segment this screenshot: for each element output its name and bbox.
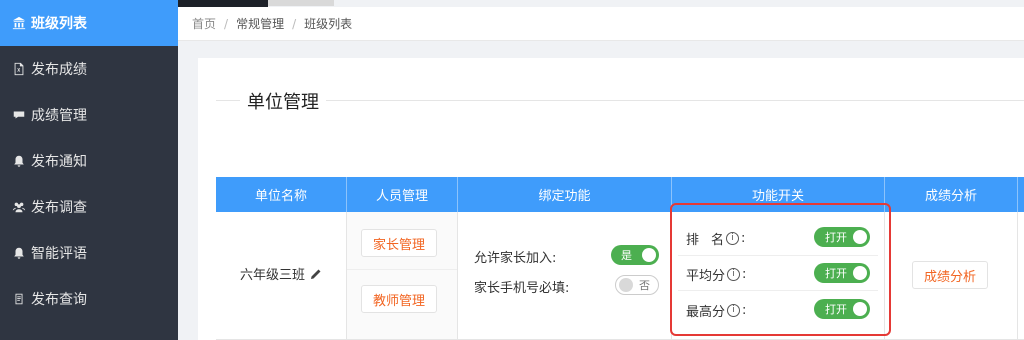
sidebar-item-label: 发布成绩 [31, 62, 87, 78]
switch-text: 否 [639, 279, 650, 292]
breadcrumb-current: 班级列表 [304, 17, 353, 31]
cell-divider [347, 269, 457, 270]
sidebar-item-label: 智能评语 [31, 246, 87, 262]
sidebar-item-label: 班级列表 [31, 16, 87, 32]
breadcrumb-home[interactable]: 首页 [192, 15, 216, 32]
excel-icon [11, 61, 27, 77]
unit-name: 六年级三班 [240, 264, 322, 283]
clipboard-icon [11, 291, 27, 307]
sidebar-item-publish-notice[interactable]: 发布通知 [0, 138, 178, 184]
legend-divider [216, 100, 240, 101]
bell-icon [11, 245, 27, 261]
breadcrumb: 首页 / 常规管理 / 班级列表 [178, 7, 1024, 41]
sidebar-item-publish-scores[interactable]: 发布成绩 [0, 46, 178, 92]
top-tab-indicator [268, 0, 334, 6]
legend-divider [326, 100, 1024, 101]
header-extra [1018, 177, 1024, 212]
sidebar-item-publish-query[interactable]: 发布查询 [0, 276, 178, 322]
parent-management-button[interactable]: 家长管理 [361, 229, 437, 257]
phone-required-switch[interactable]: 否 [615, 275, 659, 295]
breadcrumb-separator: / [224, 16, 229, 31]
sidebar-item-publish-survey[interactable]: 发布调查 [0, 184, 178, 230]
sidebar-item-smart-comments[interactable]: 智能评语 [0, 230, 178, 276]
page-title: 单位管理 [244, 88, 322, 114]
sidebar-item-label: 成绩管理 [31, 108, 87, 124]
breadcrumb-routine[interactable]: 常规管理 [236, 15, 284, 32]
comment-icon [11, 107, 27, 123]
allow-parent-join-switch[interactable]: 是 [611, 245, 659, 265]
cell-unit-name: 六年级三班 [216, 212, 347, 339]
sidebar: 班级列表 发布成绩 成绩管理 发布通知 发布调查 智能评语 发布查询 [0, 0, 178, 340]
cell-score-analysis: 成绩分析 [885, 212, 1018, 339]
switch-knob [619, 278, 633, 292]
sidebar-item-class-list[interactable]: 班级列表 [0, 0, 178, 46]
table-header: 单位名称 人员管理 绑定功能 功能开关 成绩分析 [216, 177, 1024, 212]
cell-people: 家长管理 教师管理 [347, 212, 458, 339]
score-analysis-button[interactable]: 成绩分析 [912, 261, 988, 289]
table-row: 六年级三班 家长管理 教师管理 允许家长加入: 是 家长手机号必填: 否 排 名… [216, 212, 1024, 340]
header-bind-functions: 绑定功能 [458, 177, 672, 212]
teacher-management-button[interactable]: 教师管理 [361, 285, 437, 313]
sidebar-item-label: 发布调查 [31, 200, 87, 216]
sidebar-item-score-management[interactable]: 成绩管理 [0, 92, 178, 138]
users-icon [11, 199, 27, 215]
cell-bind-functions: 允许家长加入: 是 家长手机号必填: 否 [458, 212, 672, 339]
edit-icon[interactable] [310, 268, 322, 280]
bank-icon [11, 15, 27, 31]
header-people-management: 人员管理 [347, 177, 458, 212]
switch-knob [642, 248, 656, 262]
allow-parent-join-label: 允许家长加入: [474, 251, 557, 266]
breadcrumb-separator: / [292, 16, 297, 31]
header-score-analysis: 成绩分析 [885, 177, 1018, 212]
unit-table: 单位名称 人员管理 绑定功能 功能开关 成绩分析 六年级三班 家长管理 教师管理… [216, 177, 1024, 340]
top-bar [178, 0, 268, 7]
bell-icon [11, 153, 27, 169]
sidebar-item-label: 发布查询 [31, 292, 87, 308]
sidebar-item-label: 发布通知 [31, 154, 87, 170]
highlight-box [670, 203, 891, 336]
switch-text: 是 [621, 249, 632, 262]
phone-required-label: 家长手机号必填: [474, 281, 570, 296]
unit-name-text: 六年级三班 [240, 268, 306, 283]
header-unit-name: 单位名称 [216, 177, 347, 212]
cell-extra [1018, 212, 1024, 339]
